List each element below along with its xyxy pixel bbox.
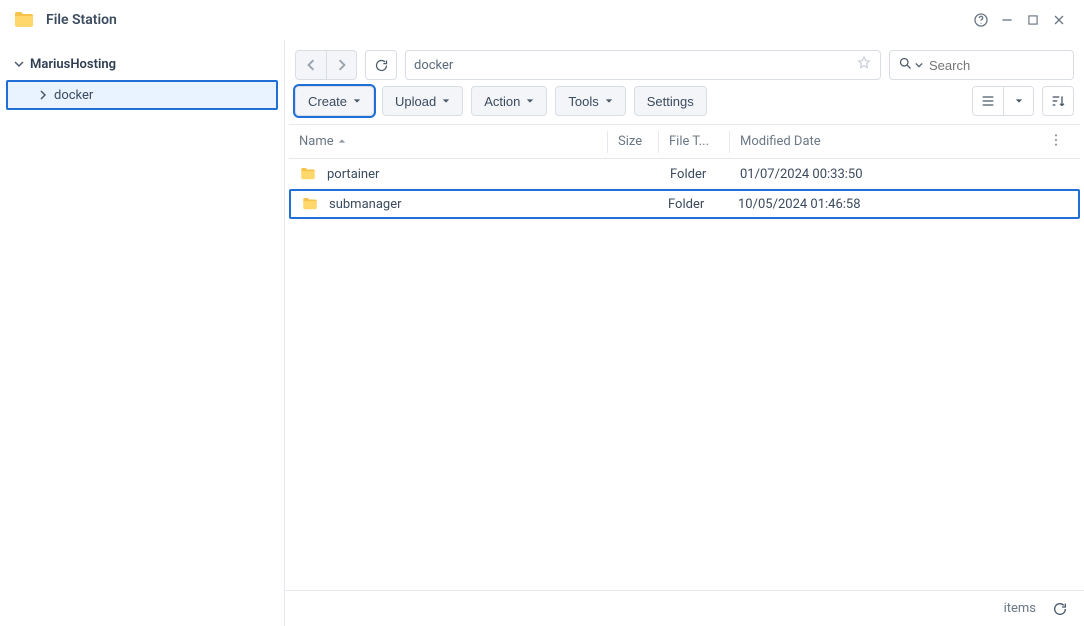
app-title: File Station: [46, 12, 117, 28]
status-refresh-button[interactable]: [1046, 595, 1074, 623]
column-modified[interactable]: Modified Date: [730, 132, 1080, 152]
file-table: Name Size File T... Modified Date portai…: [289, 124, 1080, 590]
items-label: items: [1004, 601, 1036, 616]
file-modified: 10/05/2024 01:46:58: [728, 197, 1078, 212]
tools-button[interactable]: Tools: [555, 86, 625, 116]
action-label: Action: [484, 94, 520, 109]
view-mode-dropdown[interactable]: [1003, 87, 1033, 115]
folder-icon: [301, 195, 319, 213]
caret-down-icon: [353, 97, 361, 105]
column-name[interactable]: Name: [289, 134, 607, 149]
minimize-icon[interactable]: [994, 7, 1020, 33]
upload-label: Upload: [395, 94, 436, 109]
column-size[interactable]: Size: [608, 134, 658, 149]
app-icon: [12, 8, 36, 32]
file-type: Folder: [660, 167, 730, 182]
file-modified: 01/07/2024 00:33:50: [730, 167, 1080, 182]
table-header: Name Size File T... Modified Date: [289, 125, 1080, 159]
nav-history: [295, 50, 357, 80]
create-label: Create: [308, 94, 347, 109]
table-row[interactable]: submanager Folder10/05/2024 01:46:58: [289, 189, 1080, 219]
nav-forward-button[interactable]: [326, 51, 356, 79]
chevron-down-icon: [915, 58, 923, 73]
sort-button[interactable]: [1042, 86, 1074, 116]
favorite-icon[interactable]: [856, 55, 872, 75]
search-input[interactable]: [929, 58, 1065, 73]
action-button[interactable]: Action: [471, 86, 547, 116]
search-icon: [898, 56, 913, 75]
settings-label: Settings: [647, 94, 694, 109]
path-value: docker: [414, 58, 453, 73]
caret-down-icon: [526, 97, 534, 105]
column-menu-icon[interactable]: [1048, 132, 1070, 152]
file-type: Folder: [658, 197, 728, 212]
reload-button[interactable]: [365, 50, 397, 80]
help-icon[interactable]: [968, 7, 994, 33]
chevron-down-icon: [12, 59, 26, 69]
table-row[interactable]: portainer Folder01/07/2024 00:33:50: [289, 159, 1080, 189]
nav-back-button[interactable]: [296, 51, 326, 79]
view-list-button[interactable]: [973, 87, 1003, 115]
tree-root[interactable]: MariusHosting: [0, 50, 284, 78]
file-name: portainer: [327, 167, 379, 182]
caret-down-icon: [605, 97, 613, 105]
caret-down-icon: [442, 97, 450, 105]
tree-root-label: MariusHosting: [30, 57, 116, 72]
tree-item-docker[interactable]: docker: [6, 80, 278, 110]
main-panel: docker Create Upload: [285, 40, 1084, 626]
view-mode-group: [972, 86, 1034, 116]
folder-icon: [299, 165, 317, 183]
file-name: submanager: [329, 197, 402, 212]
actionbar: Create Upload Action Tools Settings: [285, 86, 1084, 124]
sidebar: MariusHosting docker: [0, 40, 285, 626]
column-type[interactable]: File T...: [659, 134, 729, 149]
upload-button[interactable]: Upload: [382, 86, 463, 116]
create-button[interactable]: Create: [295, 86, 374, 116]
search-box[interactable]: [889, 50, 1074, 80]
path-input[interactable]: docker: [405, 50, 881, 80]
statusbar: items: [285, 590, 1084, 626]
maximize-icon[interactable]: [1020, 7, 1046, 33]
tools-label: Tools: [568, 94, 598, 109]
topbar: docker: [285, 40, 1084, 86]
settings-button[interactable]: Settings: [634, 86, 707, 116]
titlebar: File Station: [0, 0, 1084, 40]
table-body: portainer Folder01/07/2024 00:33:50 subman…: [289, 159, 1080, 219]
tree-item-label: docker: [54, 88, 93, 103]
sort-asc-icon: [338, 134, 346, 149]
chevron-right-icon: [36, 90, 50, 100]
close-icon[interactable]: [1046, 7, 1072, 33]
